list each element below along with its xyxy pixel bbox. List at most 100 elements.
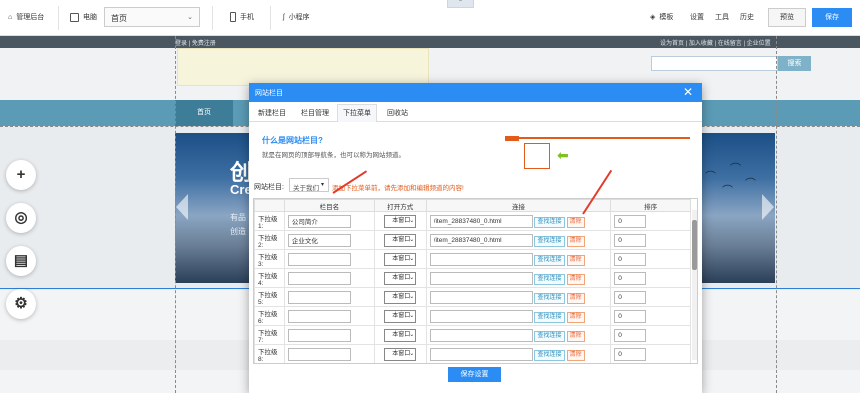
open-mode-value: 本窗口	[392, 217, 411, 224]
site-search-input[interactable]	[651, 56, 778, 71]
mobile-view-button[interactable]: 手机	[230, 12, 254, 22]
column-name-input[interactable]	[287, 271, 351, 285]
site-search-button[interactable]: 搜索	[778, 56, 811, 71]
link-input[interactable]	[429, 309, 533, 323]
editor-toolbar: ⌂ 管理后台 电脑 首页 ⌄ 手机 ʃ 小程序 ⌃ ◈ 模板 设置 工具 历史 …	[0, 0, 860, 36]
add-icon[interactable]: +	[6, 160, 36, 190]
open-mode-select[interactable]: 本窗口 ⌄	[384, 309, 417, 323]
column-name-input[interactable]	[287, 233, 351, 247]
table-row: 下拉级4: 本窗口 ⌄ 查找连接 清除	[254, 268, 691, 288]
site-top-bar: 登录 | 免费注册 设为首页 | 加入收藏 | 在线留言 | 企业位置	[0, 36, 860, 48]
pc-view-button[interactable]: 电脑	[70, 12, 97, 22]
column-name-input[interactable]	[287, 328, 351, 342]
link-input[interactable]	[429, 290, 533, 304]
column-name-input[interactable]	[287, 214, 351, 228]
banner-prev-arrow-icon[interactable]	[176, 194, 188, 220]
open-mode-select[interactable]: 本窗口 ⌄	[384, 214, 417, 228]
link-input[interactable]	[429, 328, 533, 342]
open-mode-select[interactable]: 本窗口 ⌄	[384, 271, 417, 285]
clear-button[interactable]: 清除	[566, 292, 585, 304]
gear-icon[interactable]: ⚙	[6, 289, 36, 319]
target-icon[interactable]: ◎	[6, 203, 36, 233]
settings-label: 设置	[690, 14, 704, 21]
order-input[interactable]	[614, 252, 647, 266]
miniprogram-label: 小程序	[288, 14, 310, 21]
dialog-tabs: 新建栏目 栏目管理 下拉菜单 回收站	[249, 104, 702, 122]
settings-button[interactable]: 设置	[690, 12, 704, 22]
order-input[interactable]	[614, 290, 647, 304]
chevron-down-icon: ⌄	[409, 274, 415, 281]
column-name-input[interactable]	[287, 309, 351, 323]
pc-label: 电脑	[83, 14, 97, 21]
site-login-links[interactable]: 登录 | 免费注册	[175, 38, 216, 47]
find-link-button[interactable]: 查找连接	[534, 273, 565, 285]
table-scrollbar[interactable]	[692, 210, 697, 360]
page-select-value: 首页	[111, 14, 127, 23]
column-name-input[interactable]	[287, 252, 351, 266]
banner-line: 创造	[230, 227, 246, 236]
preview-button[interactable]: 预览	[768, 8, 806, 27]
clear-button[interactable]: 清除	[566, 273, 585, 285]
clear-button[interactable]: 清除	[566, 216, 585, 228]
open-mode-select[interactable]: 本窗口 ⌄	[384, 290, 417, 304]
scrollbar-thumb[interactable]	[692, 220, 697, 270]
tab-recycle-bin[interactable]: 回收站	[381, 104, 414, 122]
save-button[interactable]: 保存	[812, 8, 852, 27]
miniprogram-button[interactable]: ʃ 小程序	[283, 12, 310, 22]
template-button[interactable]: ◈ 模板	[650, 12, 673, 22]
open-mode-select[interactable]: 本窗口 ⌄	[384, 347, 417, 361]
clear-button[interactable]: 清除	[566, 254, 585, 266]
column-name-input[interactable]	[287, 347, 351, 361]
table-row: 下拉级2: 本窗口⌄ 查找连接清除	[254, 230, 691, 250]
site-logo-area[interactable]	[177, 48, 429, 86]
site-quick-links[interactable]: 设为首页 | 加入收藏 | 在线留言 | 企业位置	[660, 38, 771, 47]
find-link-button[interactable]: 查找连接	[534, 311, 565, 323]
tab-column-manage[interactable]: 栏目管理	[295, 104, 335, 122]
manage-label: 管理后台	[16, 14, 45, 21]
find-link-button[interactable]: 查找连接	[534, 349, 565, 361]
order-input[interactable]	[614, 214, 647, 228]
layout-icon[interactable]: ▤	[6, 246, 36, 276]
tab-new-column[interactable]: 新建栏目	[252, 104, 292, 122]
chevron-down-icon: ⌄	[409, 331, 415, 338]
page-select[interactable]: 首页 ⌄	[104, 7, 200, 27]
collapse-toggle[interactable]: ⌃	[447, 0, 474, 8]
dialog-title: 网站栏目	[255, 90, 283, 97]
column-name-input[interactable]	[287, 290, 351, 304]
clear-button[interactable]: 清除	[566, 235, 585, 247]
link-input[interactable]	[429, 347, 533, 361]
order-input[interactable]	[614, 271, 647, 285]
close-icon[interactable]: ✕	[683, 86, 693, 98]
site-nav-home[interactable]: 首页	[175, 100, 233, 126]
tools-button[interactable]: 工具	[715, 12, 729, 22]
find-link-button[interactable]: 查找连接	[534, 254, 565, 266]
link-input[interactable]	[429, 252, 533, 266]
history-button[interactable]: 历史	[740, 12, 754, 22]
clear-button[interactable]: 清除	[566, 311, 585, 323]
order-input[interactable]	[614, 309, 647, 323]
open-mode-value: 本窗口	[392, 236, 411, 243]
order-input[interactable]	[614, 233, 647, 247]
clear-button[interactable]: 清除	[566, 330, 585, 342]
link-input[interactable]	[429, 271, 533, 285]
manage-button[interactable]: ⌂ 管理后台	[8, 12, 44, 22]
order-input[interactable]	[614, 347, 647, 361]
save-settings-button[interactable]: 保存设置	[448, 367, 501, 382]
open-mode-select[interactable]: 本窗口 ⌄	[384, 328, 417, 342]
find-link-button[interactable]: 查找连接	[534, 330, 565, 342]
open-mode-select[interactable]: 本窗口 ⌄	[384, 252, 417, 266]
find-link-button[interactable]: 查找连接	[534, 216, 565, 228]
clear-button[interactable]: 清除	[566, 349, 585, 361]
link-input[interactable]	[429, 233, 533, 247]
order-input[interactable]	[614, 328, 647, 342]
link-input[interactable]	[429, 214, 533, 228]
help-description: 就是在网页的顶部导航条，也可以称为网站频道。	[262, 152, 405, 159]
open-mode-select[interactable]: 本窗口 ⌄	[384, 233, 417, 247]
tab-dropdown-menu[interactable]: 下拉菜单	[337, 104, 377, 122]
bird-icon: ⌒	[705, 171, 716, 183]
row-label: 下拉级7:	[254, 325, 285, 345]
banner-next-arrow-icon[interactable]	[762, 194, 774, 220]
find-link-button[interactable]: 查找连接	[534, 292, 565, 304]
table-row: 下拉级1: 本窗口⌄ 查找连接清除	[254, 211, 691, 231]
find-link-button[interactable]: 查找连接	[534, 235, 565, 247]
